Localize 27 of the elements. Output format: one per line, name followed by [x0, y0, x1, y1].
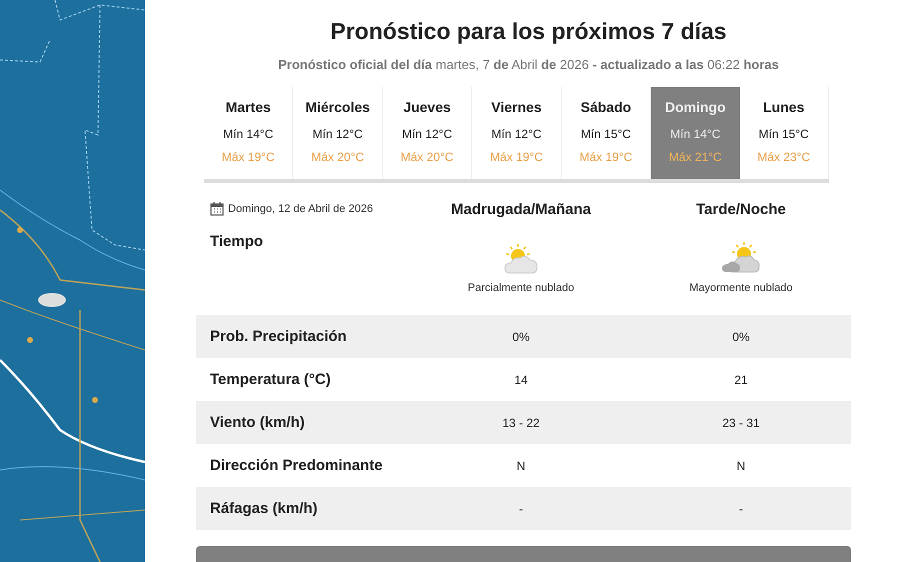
row-label: Prob. Precipitación: [209, 328, 348, 345]
table-cell: 0%: [512, 330, 530, 344]
selected-date: Domingo, 12 de Abril de 2026: [228, 203, 373, 215]
sky-condition: Mayormente nublado: [689, 282, 793, 294]
table-cell: 23 - 31: [722, 416, 760, 430]
table-cell: 0%: [732, 330, 750, 344]
period-heading: Madrugada/Mañana: [450, 200, 592, 218]
table-cell: 13 - 22: [502, 416, 540, 430]
sky-condition: Parcialmente nublado: [468, 282, 574, 294]
row-label: Viento (km/h): [209, 414, 306, 431]
row-label: Dirección Predominante: [209, 457, 384, 474]
forecast-subtitle: Pronóstico oficial del día martes, 7 de Abril de 2026 - actualizado a las 06:22 horas: [278, 57, 779, 72]
table-cell: -: [739, 502, 743, 516]
table-cell: N: [516, 458, 526, 472]
day-tab[interactable]: Sábado Mín 15°C Máx 19°C: [562, 87, 652, 179]
period-heading: Tarde/Noche: [696, 200, 786, 218]
row-label: Temperatura (°C): [209, 371, 332, 388]
day-tab[interactable]: Lunes Mín 15°C Máx 23°C: [740, 87, 829, 179]
table-cell: N: [736, 458, 746, 472]
row-label: Tiempo: [209, 232, 264, 250]
calendar-icon: [210, 202, 224, 216]
action-button[interactable]: [196, 546, 851, 562]
page-title: Pronóstico para los próximos 7 días: [330, 18, 727, 45]
table-cell: 14: [514, 372, 528, 386]
row-label: Ráfagas (km/h): [209, 500, 319, 517]
table-cell: 21: [734, 372, 748, 386]
table-cell: -: [519, 502, 523, 516]
